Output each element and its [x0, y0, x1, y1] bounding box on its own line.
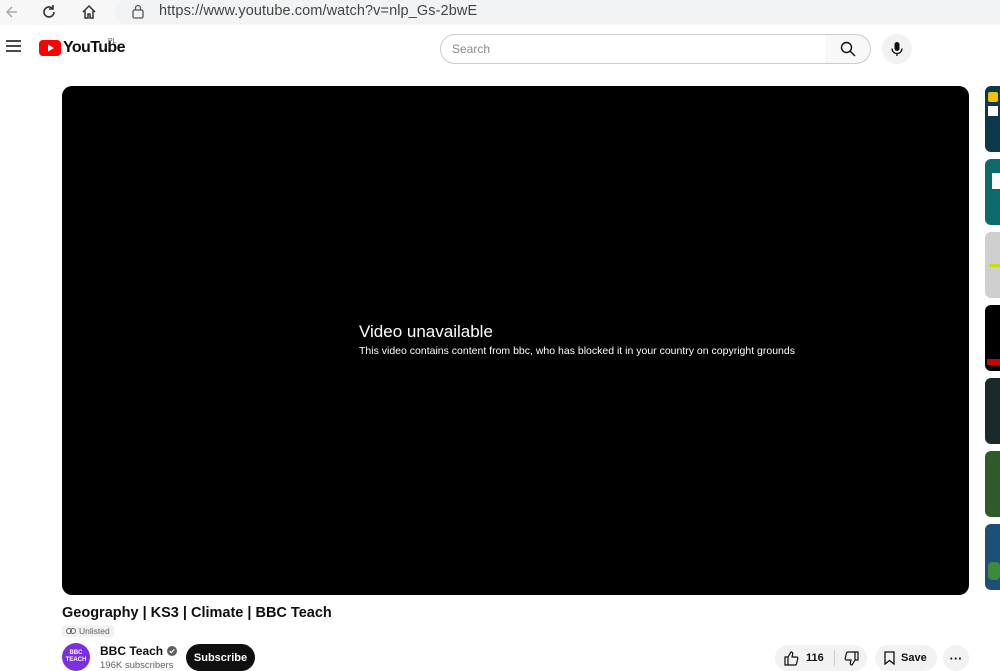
recommended-thumbnail[interactable]	[985, 524, 1000, 590]
verified-check-icon	[167, 646, 178, 656]
error-title: Video unavailable	[359, 322, 493, 341]
save-button[interactable]: Save	[875, 645, 937, 671]
url-text[interactable]: https://www.youtube.com/watch?v=nlp_Gs-2…	[159, 3, 477, 19]
channel-avatar[interactable]: BBC TEACH	[62, 643, 90, 671]
back-arrow-icon	[5, 6, 17, 18]
reload-icon	[43, 5, 55, 18]
youtube-play-icon	[39, 40, 61, 56]
search-placeholder: Search	[452, 42, 491, 56]
recommended-thumbnail[interactable]	[985, 451, 1000, 517]
hamburger-icon	[6, 40, 21, 52]
video-player[interactable]: Video unavailable This video contains co…	[62, 86, 969, 595]
thumbs-down-icon	[844, 650, 859, 666]
back-button[interactable]	[0, 0, 24, 24]
recommended-thumbnail[interactable]	[985, 378, 1000, 444]
recommended-thumbnail[interactable]	[985, 86, 1000, 152]
browser-toolbar: https://www.youtube.com/watch?v=nlp_Gs-2…	[0, 0, 1000, 25]
lock-icon	[132, 4, 144, 19]
reload-button[interactable]	[37, 0, 61, 24]
recommended-thumbnail[interactable]	[985, 232, 1000, 298]
subscribe-button[interactable]: Subscribe	[186, 644, 255, 671]
address-bar[interactable]: https://www.youtube.com/watch?v=nlp_Gs-2…	[114, 0, 1000, 24]
recommended-thumbnail[interactable]	[985, 305, 1000, 371]
microphone-icon	[891, 42, 903, 56]
more-actions-button[interactable]: ···	[943, 645, 969, 671]
bookmark-icon	[884, 651, 895, 665]
country-code: PL	[108, 38, 117, 45]
unlisted-label: Unlisted	[79, 626, 110, 636]
video-title: Geography | KS3 | Climate | BBC Teach	[62, 605, 332, 621]
voice-search-button[interactable]	[882, 34, 912, 64]
like-divider	[834, 650, 835, 666]
search-icon	[840, 41, 855, 57]
dislike-button[interactable]	[836, 645, 867, 671]
channel-name-link[interactable]: BBC Teach	[100, 644, 178, 658]
search-input[interactable]: Search	[440, 34, 826, 64]
like-count: 116	[806, 652, 824, 664]
unlisted-badge: Unlisted	[62, 625, 114, 637]
channel-name: BBC Teach	[100, 644, 164, 658]
error-message: This video contains content from bbc, wh…	[359, 345, 795, 357]
avatar-text-line1: BBC	[69, 650, 83, 656]
home-button[interactable]	[77, 0, 101, 24]
avatar-text-line2: TEACH	[65, 657, 87, 663]
home-icon	[82, 4, 96, 19]
subscriber-count: 196K subscribers	[100, 660, 174, 671]
masthead: YouTube PL Search	[0, 25, 1000, 75]
link-icon	[66, 628, 76, 634]
like-dislike-group: 116	[775, 645, 867, 671]
recommended-thumbnail[interactable]	[985, 159, 1000, 225]
save-label: Save	[901, 652, 927, 664]
like-button[interactable]: 116	[775, 645, 833, 671]
more-icon: ···	[949, 650, 963, 666]
thumbs-up-icon	[784, 650, 799, 666]
search-button[interactable]	[825, 34, 871, 64]
guide-menu-button[interactable]	[6, 39, 24, 53]
